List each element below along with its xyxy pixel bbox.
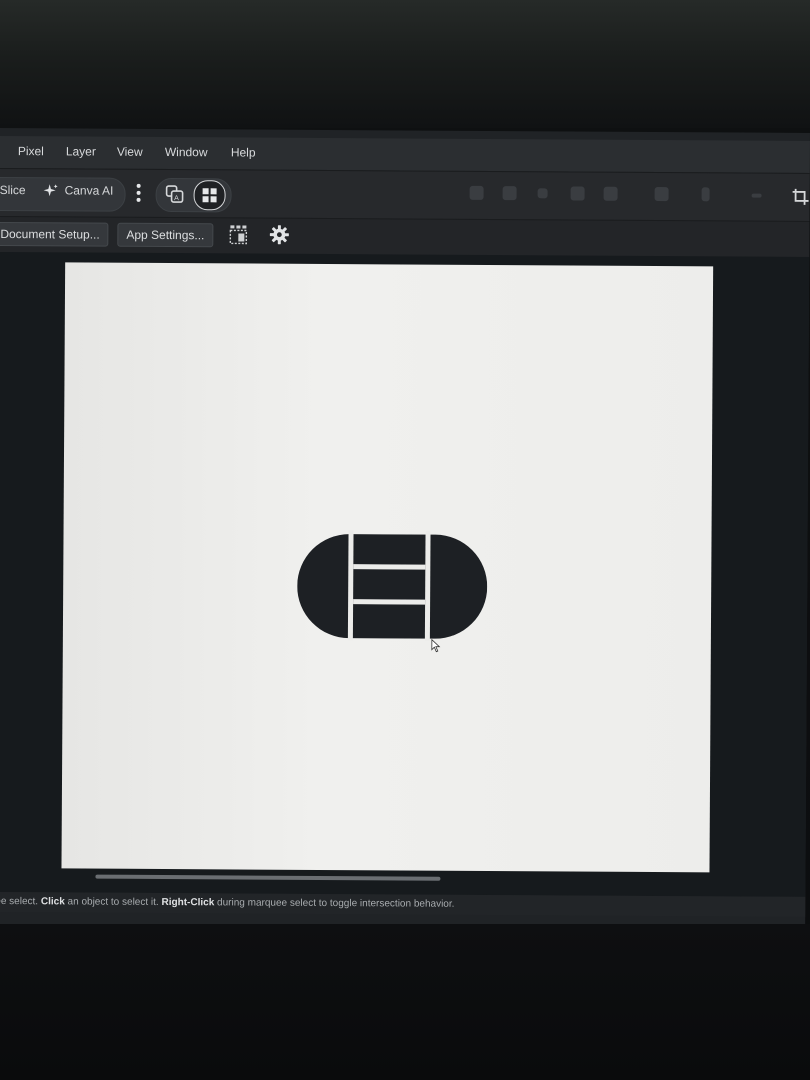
status-mid: an object to select it.: [67, 896, 159, 908]
app-settings-button[interactable]: App Settings...: [117, 222, 214, 248]
toolbar: Slice Canva AI A: [0, 167, 810, 222]
horizontal-scrollbar[interactable]: [95, 874, 441, 881]
disabled-tool-icon: [469, 185, 484, 200]
menu-window[interactable]: Window: [165, 145, 208, 159]
pill-grid-artwork[interactable]: [297, 530, 488, 641]
menu-layer[interactable]: Layer: [66, 144, 96, 158]
frame-mode-button[interactable]: [193, 180, 226, 211]
menu-help[interactable]: Help: [231, 145, 256, 159]
menu-bar: Pixel Layer View Window Help: [0, 135, 810, 173]
disabled-tool-icon: [751, 193, 762, 198]
context-toolbar: Document Setup... App Settings...: [0, 215, 810, 258]
svg-text:A: A: [174, 195, 179, 202]
disabled-tool-icon: [701, 187, 710, 202]
document-canvas[interactable]: [61, 262, 714, 873]
grid-layout-icon[interactable]: [229, 224, 248, 245]
monitor-bezel-bottom: [0, 924, 810, 1080]
document-setup-button[interactable]: Document Setup...: [0, 221, 109, 247]
disabled-tool-icon: [502, 186, 517, 201]
sparkle-icon: [43, 184, 58, 197]
menu-pixel[interactable]: Pixel: [18, 144, 44, 158]
disabled-tool-icon: [537, 188, 548, 199]
disabled-tool-icon: [570, 186, 585, 201]
status-click: Click: [40, 896, 65, 908]
layout-mode-icon[interactable]: A: [164, 183, 186, 205]
status-bar: ee select. Click an object to select it.…: [0, 891, 806, 917]
status-prefix: ee select.: [0, 895, 39, 908]
vertical-ellipsis-icon[interactable]: [135, 183, 143, 203]
screen: Pixel Layer View Window Help Slice Canva…: [0, 128, 810, 929]
mouse-cursor-icon: [431, 638, 441, 653]
monitor-bezel-top: [0, 0, 810, 128]
crop-icon[interactable]: [792, 188, 810, 206]
gear-icon[interactable]: [269, 225, 289, 245]
status-suffix: during marquee select to toggle intersec…: [217, 897, 455, 910]
status-right-click: Right-Click: [161, 897, 215, 909]
photo-of-monitor: Pixel Layer View Window Help Slice Canva…: [0, 0, 810, 1080]
slice-tool-button[interactable]: Slice: [0, 183, 26, 197]
canva-ai-button[interactable]: Canva AI: [65, 183, 114, 197]
disabled-tool-icon: [603, 186, 618, 201]
disabled-tool-icon: [654, 187, 669, 202]
workspace[interactable]: [0, 251, 810, 897]
frame-grid-icon: [202, 188, 217, 203]
menu-view[interactable]: View: [117, 145, 143, 159]
